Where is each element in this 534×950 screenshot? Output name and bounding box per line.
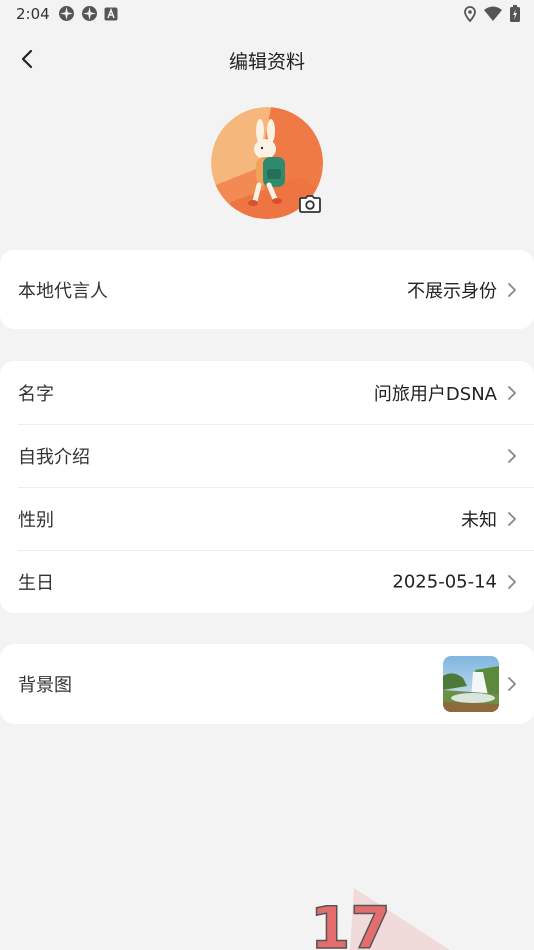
wifi-icon: [484, 6, 502, 21]
name-row[interactable]: 名字 问旅用户DSNA: [0, 361, 534, 424]
text-notification-icon: [104, 7, 118, 20]
background-thumbnail[interactable]: [443, 656, 499, 712]
gender-row[interactable]: 性别 未知: [0, 487, 534, 550]
avatar-editor[interactable]: [211, 107, 323, 219]
status-time: 2:04: [16, 5, 50, 23]
profile-info-card: 名字 问旅用户DSNA 自我介绍 性别 未知 生日 2025-05-14: [0, 361, 534, 613]
status-right-icons: [464, 5, 520, 22]
local-rep-value: 不展示身份: [407, 280, 497, 302]
status-left-icons: [58, 5, 118, 22]
watermark-logo: 17: [310, 888, 450, 950]
battery-icon: [510, 5, 520, 22]
location-icon: [464, 5, 476, 22]
chevron-right-icon: [508, 448, 516, 463]
local-rep-label: 本地代言人: [18, 280, 108, 302]
app-notification-icon: [59, 6, 74, 21]
app-notification-icon: [82, 6, 97, 21]
chevron-right-icon: [508, 282, 516, 297]
chevron-right-icon: [508, 385, 516, 400]
chevron-right-icon: [508, 511, 516, 526]
watermark-text: 17: [310, 894, 391, 950]
intro-row[interactable]: 自我介绍: [0, 424, 534, 487]
background-label: 背景图: [18, 675, 72, 696]
gender-value: 未知: [461, 509, 497, 531]
name-value: 问旅用户DSNA: [373, 383, 497, 405]
chevron-right-icon: [508, 677, 516, 691]
intro-label: 自我介绍: [18, 446, 90, 468]
birthday-row[interactable]: 生日 2025-05-14: [0, 550, 534, 613]
background-card: 背景图: [0, 644, 534, 724]
local-rep-card: 本地代言人 不展示身份: [0, 250, 534, 329]
edit-profile-screen: 2:04 编辑资料 本地代言人 不展示身份 名字 问旅用户DSNA 自我介绍 性…: [0, 0, 534, 950]
page-title: 编辑资料: [228, 51, 305, 73]
local-rep-row[interactable]: 本地代言人 不展示身份: [0, 250, 534, 329]
birthday-label: 生日: [18, 572, 54, 594]
name-label: 名字: [18, 383, 54, 405]
background-row[interactable]: 背景图: [0, 644, 534, 724]
change-avatar-button[interactable]: [297, 193, 323, 215]
gender-label: 性别: [18, 509, 54, 531]
camera-icon: [299, 195, 321, 213]
chevron-right-icon: [508, 574, 516, 589]
status-bar: 2:04: [0, 0, 534, 28]
top-nav: 编辑资料: [0, 36, 534, 82]
birthday-value: 2025-05-14: [392, 571, 497, 592]
